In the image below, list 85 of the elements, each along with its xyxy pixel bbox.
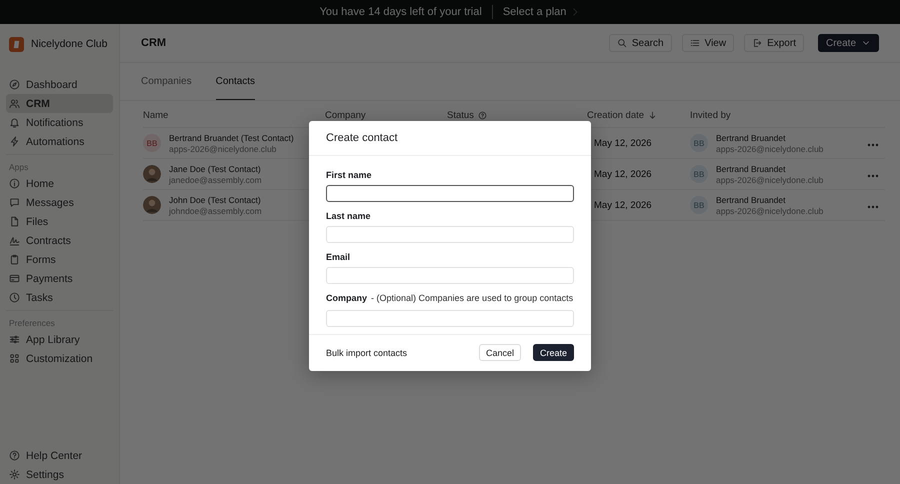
users-icon (9, 98, 20, 109)
inviter-name: Bertrand Bruandet (716, 164, 786, 174)
creation-date: May 12, 2026 (593, 200, 653, 210)
logo-icon (9, 36, 24, 52)
bolt-icon (9, 136, 20, 147)
sidebar-item[interactable]: Contracts (6, 231, 113, 250)
sidebar-item[interactable]: Forms (6, 250, 113, 269)
tab[interactable]: Companies (141, 63, 192, 100)
field-label: Last name (326, 211, 371, 221)
sidebar-item[interactable]: CRM (6, 94, 113, 113)
clock-icon (9, 292, 20, 303)
compass-icon (9, 79, 20, 90)
sidebar-item[interactable]: Tasks (6, 288, 113, 307)
inviter-email: apps-2026@nicelydone.club (716, 206, 824, 216)
sidebar-item[interactable]: Help Center (6, 446, 113, 465)
avatar-icon (143, 165, 161, 183)
sliders-icon (9, 334, 20, 345)
field-label: Email (326, 252, 350, 262)
column-header[interactable]: Name (143, 110, 168, 121)
column-header[interactable]: Status (447, 110, 487, 121)
inviter-name: Bertrand Bruandet (716, 132, 786, 142)
sidebar-item[interactable]: Dashboard (6, 75, 113, 94)
sort-down-icon (648, 111, 658, 120)
clipboard-icon (9, 254, 20, 265)
help-icon (478, 111, 487, 120)
column-header[interactable]: Invited by (690, 110, 731, 121)
card-icon (9, 273, 20, 284)
list-icon (690, 38, 700, 48)
input-field[interactable] (326, 185, 574, 202)
tab[interactable]: Contacts (216, 63, 256, 100)
contact-email: johndoe@assembly.com (169, 206, 262, 216)
sidebar-item[interactable]: Messages (6, 193, 113, 212)
contact-name: Jane Doe (Test Contact) (169, 164, 262, 174)
avatar: BB (143, 134, 161, 152)
creation-date: May 12, 2026 (593, 138, 653, 148)
cancel-button[interactable]: Cancel (478, 344, 521, 362)
sidebar-item[interactable]: Payments (6, 269, 113, 288)
sidebar-item[interactable]: Notifications (6, 113, 113, 132)
search-button[interactable]: Search (608, 34, 672, 52)
inviter-email: apps-2026@nicelydone.club (716, 144, 824, 154)
view-button[interactable]: View (682, 34, 734, 52)
field-label: First name (326, 170, 372, 180)
more-icon (867, 174, 879, 178)
create-button[interactable]: Create (532, 344, 574, 362)
help-icon (9, 450, 20, 461)
inviter-email: apps-2026@nicelydone.club (716, 174, 824, 184)
contact-name: John Doe (Test Contact) (169, 194, 262, 204)
avatar: BB (690, 196, 708, 214)
sidebar-item[interactable]: Settings (6, 465, 113, 484)
create-button[interactable]: Create (818, 34, 879, 52)
more-icon (867, 143, 879, 147)
creation-date: May 12, 2026 (593, 168, 653, 180)
export-icon (752, 38, 762, 48)
workspace-name: Nicelydone Club (31, 38, 108, 50)
bulk-import-link[interactable]: Bulk import contacts (326, 348, 467, 358)
avatar-icon (143, 196, 161, 214)
chat-icon (9, 197, 20, 208)
gear-icon (9, 469, 20, 480)
sidebar-item[interactable]: Automations (6, 132, 113, 151)
search-icon (616, 38, 627, 48)
bell-icon (9, 117, 20, 128)
inviter-name: Bertrand Bruandet (716, 194, 786, 204)
select-plan-link[interactable]: Select a plan (502, 6, 580, 18)
avatar: BB (690, 134, 708, 152)
contact-name: Bertrand Bruandet (Test Contact) (169, 132, 294, 142)
info-icon (9, 178, 20, 189)
contact-email: janedoe@assembly.com (169, 174, 262, 184)
sidebar-item[interactable]: Files (6, 212, 113, 231)
column-header[interactable]: Company (325, 110, 366, 121)
grid-icon (9, 353, 20, 364)
file-icon (9, 216, 20, 227)
dialog-title: Create contact (326, 132, 398, 144)
page-title: CRM (141, 37, 168, 49)
sidebar-item[interactable]: Home (6, 174, 113, 193)
field-label: Company (326, 293, 368, 303)
sidebar-item[interactable]: App Library (6, 330, 113, 349)
sidebar-item[interactable]: Customization (6, 349, 113, 368)
field-hint: - (Optional) Companies are used to group contacts (371, 292, 574, 305)
contact-email: apps-2026@nicelydone.club (169, 144, 278, 154)
avatar: BB (690, 165, 708, 183)
export-button[interactable]: Export (744, 34, 804, 52)
column-header[interactable]: Creation date (587, 110, 658, 121)
signature-icon (9, 235, 20, 246)
more-icon (867, 205, 879, 209)
trial-message: You have 14 days left of your trial (320, 6, 482, 18)
